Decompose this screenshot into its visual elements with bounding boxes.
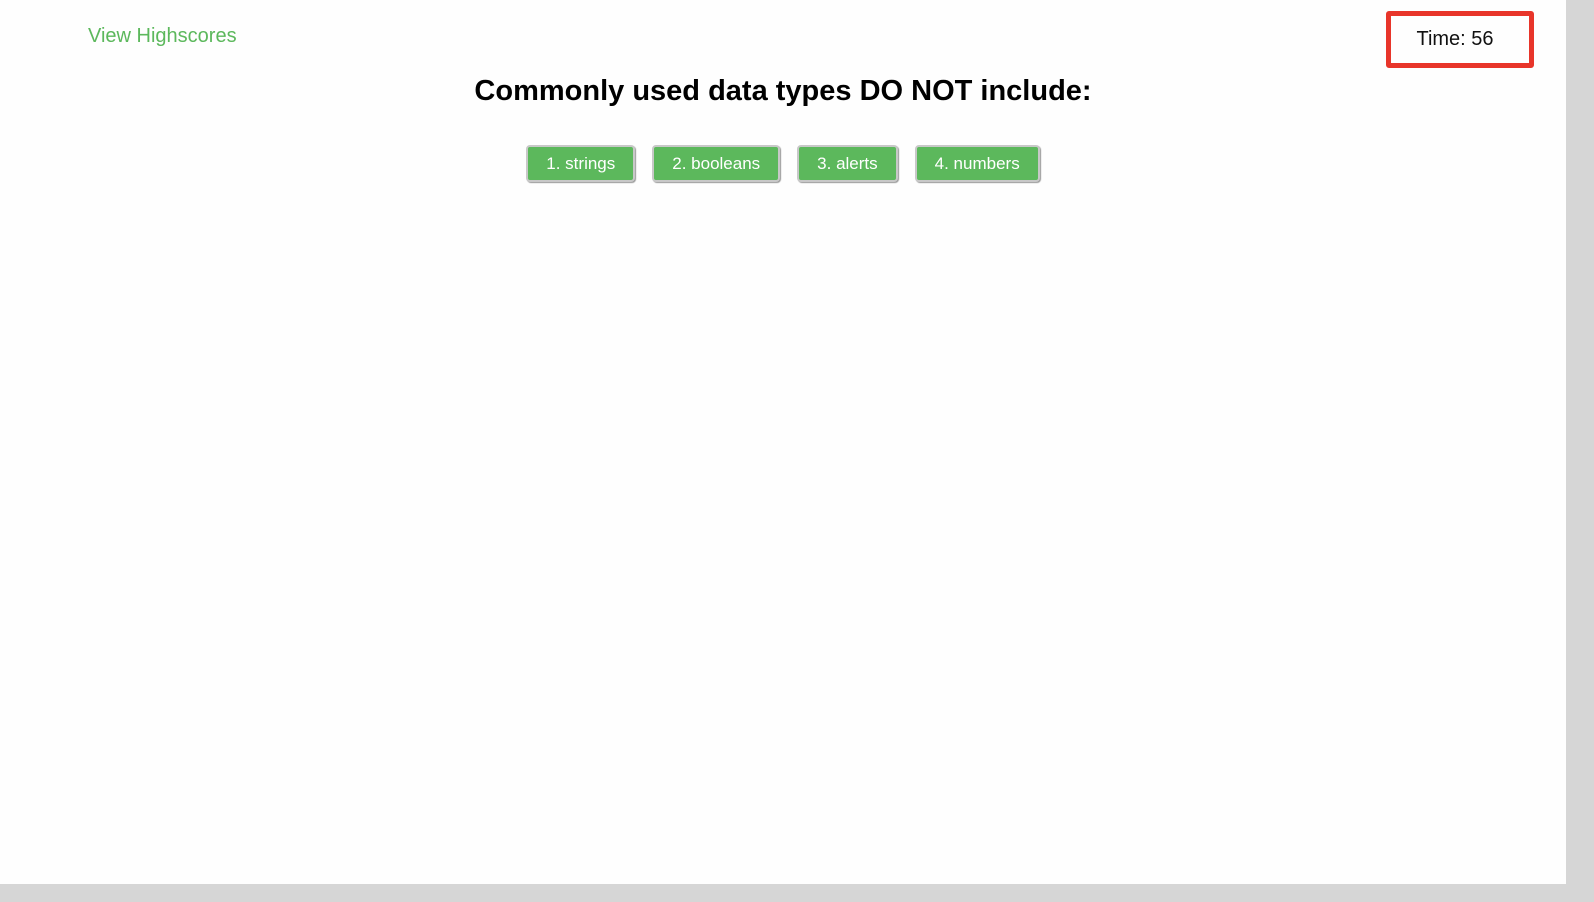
question-title: Commonly used data types DO NOT include:: [474, 75, 1092, 107]
choice-button-3[interactable]: 3. alerts: [797, 145, 898, 182]
quiz-page: View Highscores Time: 56 Commonly used d…: [0, 0, 1566, 884]
choice-button-2[interactable]: 2. booleans: [652, 145, 781, 182]
view-highscores-link[interactable]: View Highscores: [88, 25, 237, 48]
choice-button-1[interactable]: 1. strings: [526, 145, 636, 182]
answer-choices: 1. strings 2. booleans 3. alerts 4. numb…: [0, 145, 1566, 182]
timer-display: Time: 56: [1386, 11, 1534, 68]
choice-button-4[interactable]: 4. numbers: [914, 145, 1040, 182]
